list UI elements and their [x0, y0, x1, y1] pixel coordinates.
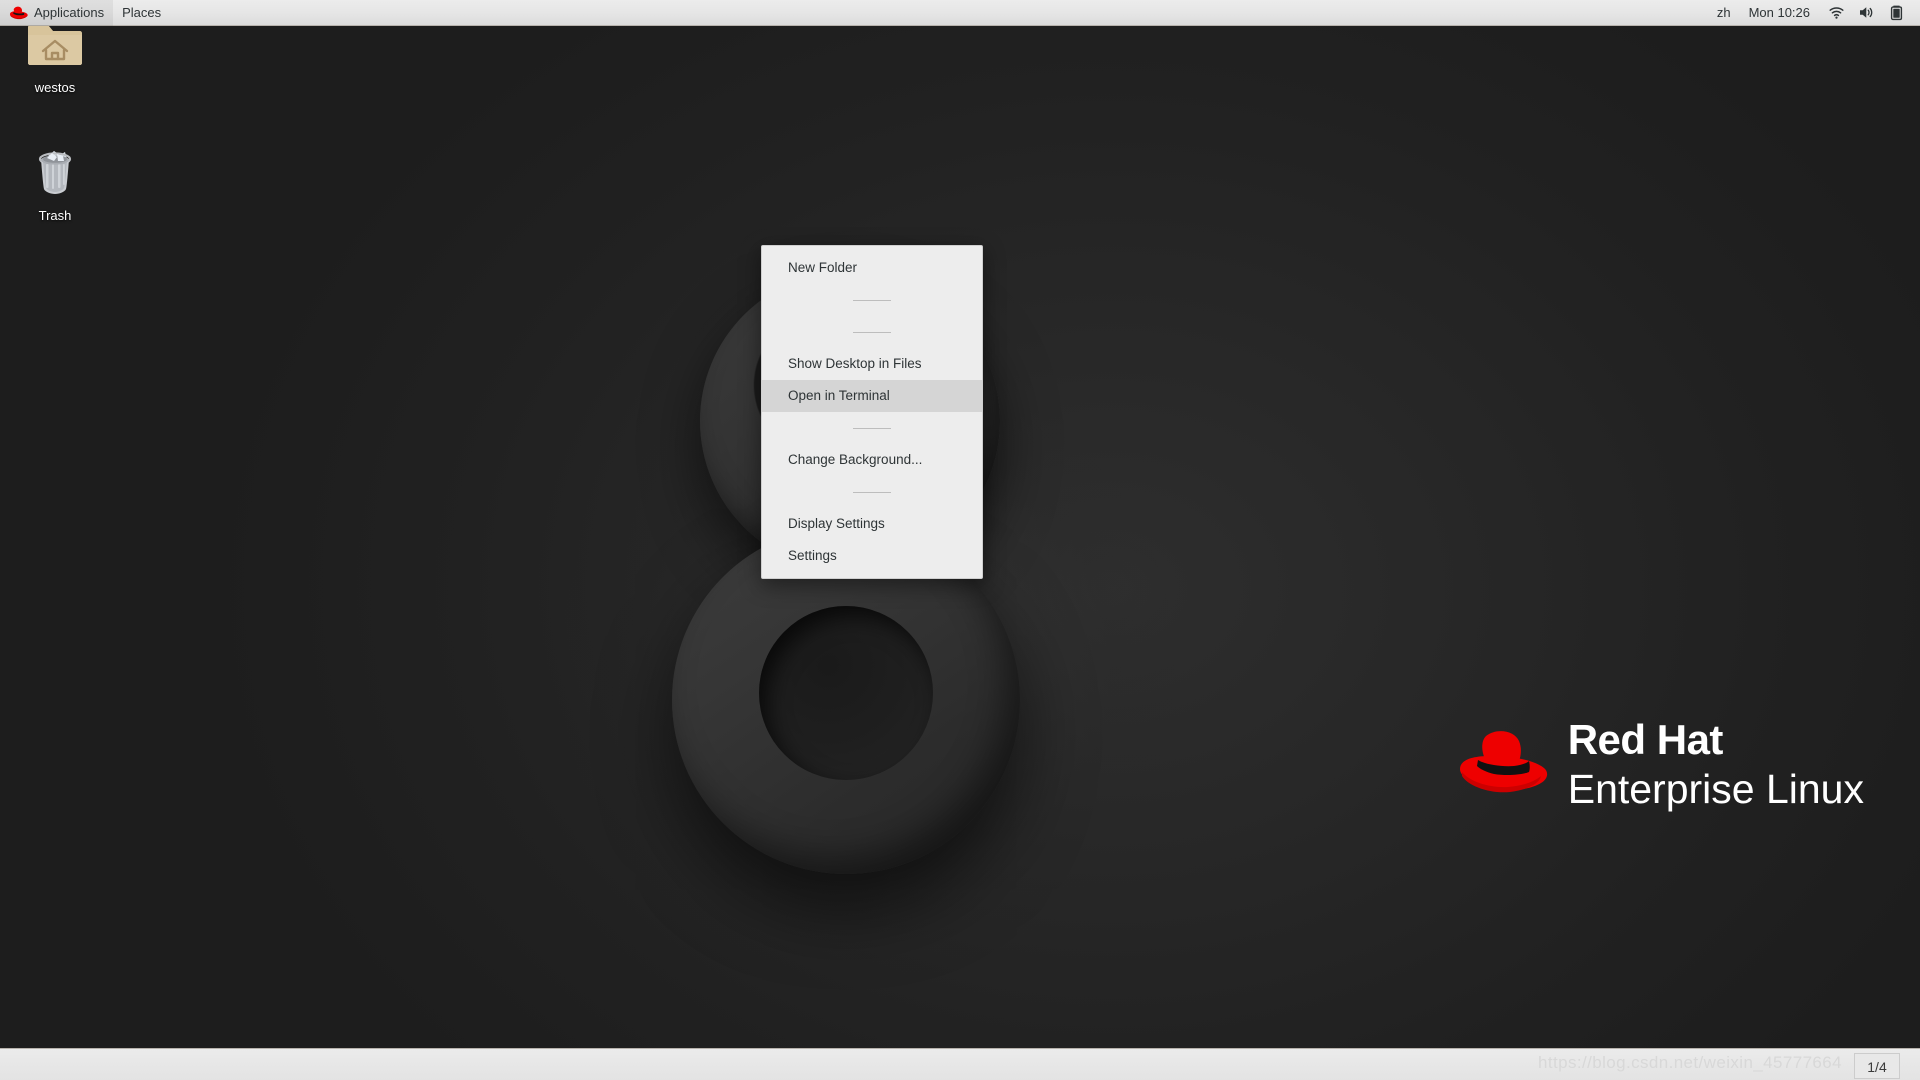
panel-status-area: zh Mon 10:26 — [1708, 0, 1920, 26]
top-panel: Applications Places zh Mon 10:26 — [0, 0, 1920, 26]
menu-separator — [762, 316, 982, 348]
desktop-screen: Red Hat Enterprise Linux westos Trash Ne… — [0, 0, 1920, 1080]
redhat-branding: Red Hat Enterprise Linux — [1456, 719, 1864, 810]
brand-line-enterprise-linux: Enterprise Linux — [1567, 766, 1864, 812]
desktop-icon-label: westos — [34, 80, 76, 95]
menu-item-show-desktop-in-files[interactable]: Show Desktop in Files — [762, 348, 982, 380]
menu-separator — [762, 476, 982, 508]
menu-item-display-settings[interactable]: Display Settings — [762, 508, 982, 540]
applications-menu-button[interactable]: Applications — [0, 0, 114, 26]
desktop-icon-trash[interactable]: Trash — [8, 140, 102, 225]
menu-item-open-in-terminal[interactable]: Open in Terminal — [762, 380, 982, 412]
menu-item-settings[interactable]: Settings — [762, 540, 982, 572]
input-source-label: zh — [1716, 5, 1731, 20]
menu-item-change-background[interactable]: Change Background... — [762, 444, 982, 476]
system-status-menu[interactable] — [1819, 0, 1914, 26]
volume-icon — [1860, 7, 1873, 18]
places-menu-label: Places — [122, 5, 162, 20]
trash-icon — [24, 140, 86, 202]
clock-label: Mon 10:26 — [1748, 5, 1810, 20]
battery-icon — [1890, 5, 1903, 21]
desktop-icon-label: Trash — [38, 208, 72, 223]
panel-left-group: Applications Places — [0, 0, 170, 26]
clock-button[interactable]: Mon 10:26 — [1740, 0, 1819, 26]
desktop-context-menu[interactable]: New Folder Show Desktop in Files Open in… — [761, 245, 983, 579]
wifi-icon — [1829, 7, 1844, 19]
menu-item-new-folder[interactable]: New Folder — [762, 252, 982, 284]
redhat-fedora-icon — [1459, 730, 1547, 792]
page-indicator[interactable]: 1/4 — [1854, 1053, 1900, 1079]
menu-separator — [762, 284, 982, 316]
input-source-indicator[interactable]: zh — [1708, 0, 1740, 26]
menu-separator — [762, 412, 982, 444]
places-menu-button[interactable]: Places — [113, 0, 170, 26]
wallpaper-ring-bottom-hole — [759, 606, 933, 781]
brand-line-red-hat: Red Hat — [1567, 716, 1724, 763]
applications-menu-label: Applications — [34, 5, 105, 20]
redhat-wordmark: Red Hat Enterprise Linux — [1568, 719, 1864, 810]
csdn-watermark: https://blog.csdn.net/weixin_45777664 — [1537, 1053, 1842, 1072]
redhat-logo-icon — [9, 6, 28, 19]
